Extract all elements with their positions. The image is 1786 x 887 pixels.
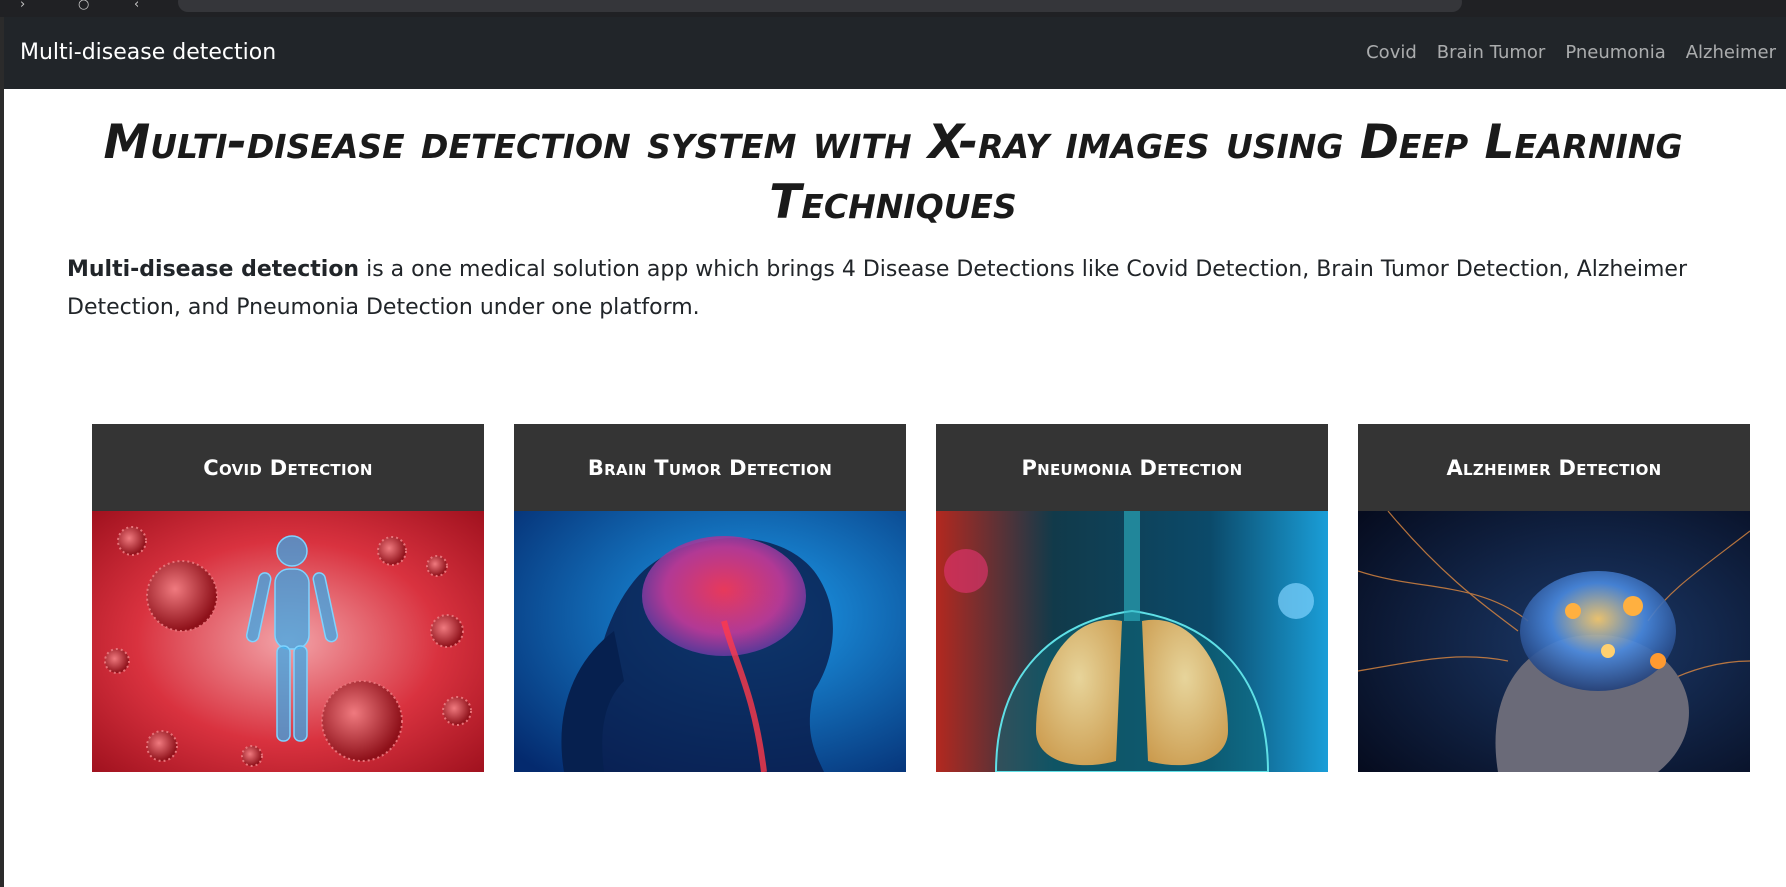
card-title: Covid Detection	[203, 455, 373, 480]
address-bar[interactable]	[178, 0, 1462, 12]
nav-links: Covid Brain Tumor Pneumonia Alzheimer	[1356, 42, 1786, 64]
reload-icon[interactable]: ○	[78, 0, 89, 12]
intro-bold: Multi-disease detection	[67, 257, 360, 282]
card-header: Alzheimer Detection	[1358, 424, 1750, 511]
navbar-brand[interactable]: Multi-disease detection	[20, 39, 276, 67]
alzheimer-image[interactable]	[1358, 511, 1750, 772]
navbar: Multi-disease detection Covid Brain Tumo…	[4, 17, 1786, 89]
card-header: Covid Detection	[92, 424, 484, 511]
card-pneumonia[interactable]: Pneumonia Detection	[936, 424, 1328, 772]
home-icon[interactable]: ‹	[134, 0, 139, 12]
nav-link-covid[interactable]: Covid	[1356, 42, 1427, 64]
card-alzheimer[interactable]: Alzheimer Detection	[1358, 424, 1750, 772]
covid-image[interactable]	[92, 511, 484, 772]
nav-link-alzheimer[interactable]: Alzheimer	[1676, 42, 1786, 64]
browser-toolbar: › ○ ‹	[0, 0, 1786, 17]
card-header: Pneumonia Detection	[936, 424, 1328, 511]
card-title: Brain Tumor Detection	[587, 455, 833, 480]
card-header: Brain Tumor Detection	[514, 424, 906, 511]
window-border	[0, 17, 4, 887]
nav-link-pneumonia[interactable]: Pneumonia	[1555, 42, 1675, 64]
pneumonia-image[interactable]	[936, 511, 1328, 772]
card-brain-tumor[interactable]: Brain Tumor Detection	[514, 424, 906, 772]
intro-paragraph: Multi-disease detection is a one medical…	[67, 251, 1727, 327]
nav-link-brain-tumor[interactable]: Brain Tumor	[1427, 42, 1556, 64]
card-covid[interactable]: Covid Detection	[92, 424, 484, 772]
card-title: Pneumonia Detection	[1021, 455, 1243, 480]
page-title: Multi-disease detection system with X-ra…	[103, 115, 1683, 230]
card-title: Alzheimer Detection	[1446, 455, 1662, 480]
brain-tumor-image[interactable]	[514, 511, 906, 772]
forward-icon[interactable]: ›	[20, 0, 25, 12]
